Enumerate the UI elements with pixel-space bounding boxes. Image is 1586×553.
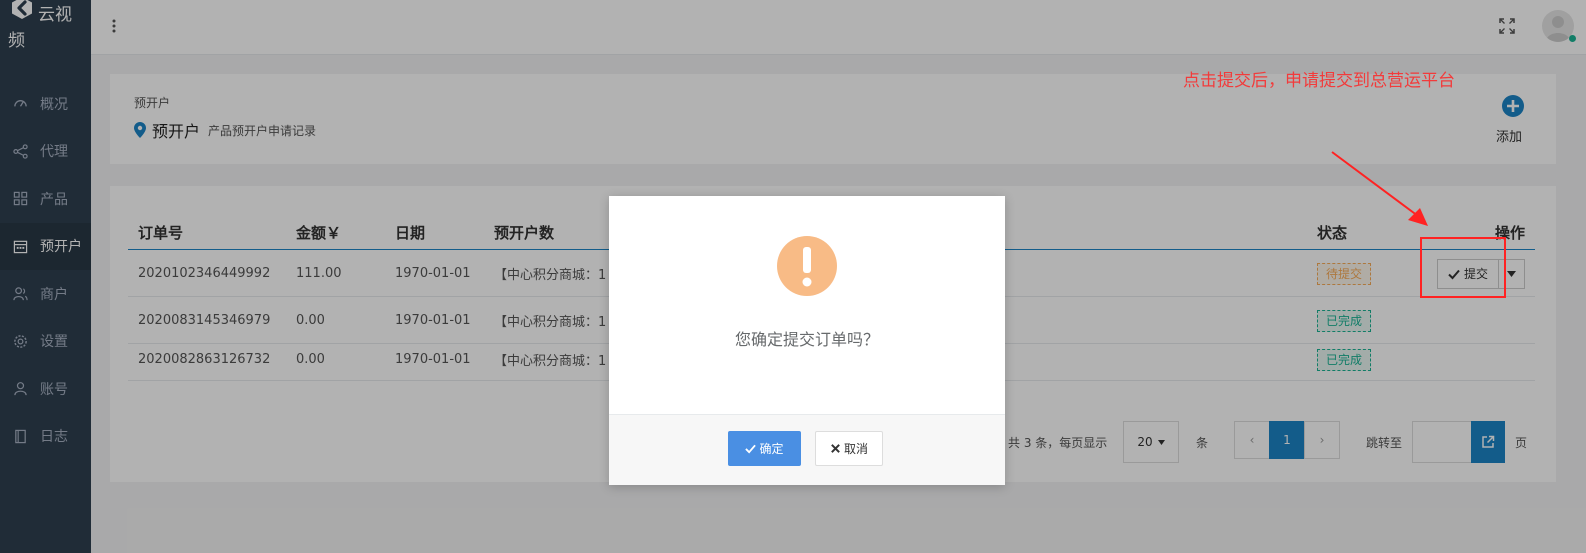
check-icon: [745, 444, 757, 454]
annotation-highlight-box: [1420, 237, 1506, 298]
confirm-button-label: 确定: [759, 442, 784, 456]
confirm-dialog: 您确定提交订单吗？ 确定 取消: [609, 196, 1005, 485]
confirm-button[interactable]: 确定: [728, 431, 801, 466]
dialog-message: 您确定提交订单吗？: [734, 330, 879, 349]
cancel-button[interactable]: 取消: [815, 431, 883, 466]
annotation-text: 点击提交后，申请提交到总营运平台: [1183, 71, 1455, 91]
dialog-footer: 确定 取消: [609, 414, 1005, 485]
cancel-button-label: 取消: [843, 442, 868, 456]
close-icon: [831, 444, 840, 453]
warning-icon: [777, 236, 837, 296]
annotation-arrow-icon: [1331, 151, 1428, 226]
